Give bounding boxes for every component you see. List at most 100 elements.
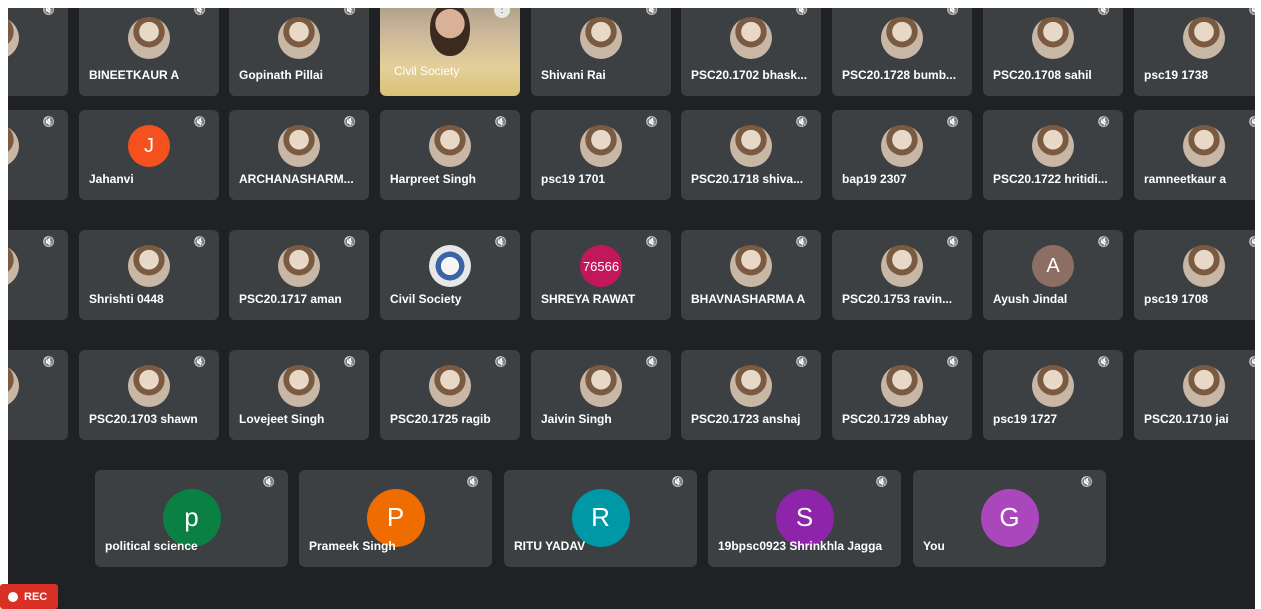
participant-name: PSC20.1753 ravin... [842,292,953,306]
mic-off-icon: 🔇 [262,477,276,488]
participant-tile[interactable]: 🔇 prabh... [8,110,68,200]
mic-off-icon: 🔇 [343,117,357,128]
participant-name: SHREYA RAWAT [541,292,636,306]
participant-tile[interactable]: 🔇 [8,8,68,96]
participant-tile[interactable]: 🔇 Shrishti 0448 [79,230,219,320]
avatar [278,125,320,167]
participant-name: PSC20.1723 anshaj [691,412,801,426]
avatar-logo [429,245,471,287]
mic-off-icon: 🔇 [946,237,960,248]
participant-name: ramneetkaur a [1144,172,1227,186]
participant-name: Civil Society [394,64,460,78]
participant-tile[interactable]: 🔇 PSC20.1753 ravin... [832,230,972,320]
mic-off-icon: 🔇 [645,237,659,248]
participant-tile[interactable]: 🔇 psc19 1701 [531,110,671,200]
participant-name: PSC20.1728 bumb... [842,68,957,82]
avatar [429,125,471,167]
avatar [8,17,19,59]
participant-name: PSC20.1722 hritidi... [993,172,1108,186]
mic-off-icon: 🔇 [1248,237,1255,248]
participant-tile[interactable]: 🔇 PSC20.1703 shawn [79,350,219,440]
participant-tile[interactable]: 🔇 psc19 1727 [983,350,1123,440]
participant-name: prabh... [8,172,60,186]
participant-name: bap19 2307 [842,172,907,186]
participant-name: 19bpsc0923 Shrinkhla Jagga [718,539,883,553]
participant-tile[interactable]: 🔇 psc19 1708 [1134,230,1255,320]
participant-tile[interactable]: 🔇 PSC20.1722 hritidi... [983,110,1123,200]
participant-tile[interactable]: 🔇 Lovejeet Singh [229,350,369,440]
mic-off-icon: 🔇 [42,117,56,128]
mic-off-icon: 🔇 [343,357,357,368]
avatar [730,245,772,287]
participant-tile[interactable]: A 🔇 Ayush Jindal [983,230,1123,320]
avatar [881,125,923,167]
participant-name: ARCHANASHARM... [239,172,354,186]
avatar [881,245,923,287]
recording-label: REC [24,590,48,603]
avatar [278,365,320,407]
participant-tile[interactable]: 🔇 PSC20.1708 sahil [983,8,1123,96]
participant-name: Gopinath Pillai [239,68,324,82]
participant-tile[interactable]: 🔇 bap19 2307 [832,110,972,200]
participant-tile[interactable]: 🔇 ARCHANASHARM... [229,110,369,200]
participant-tile[interactable]: 🔇 ramneetkaur a [1134,110,1255,200]
participant-tile[interactable]: R 🔇 RITU YADAV [504,470,697,567]
avatar [1183,365,1225,407]
participant-name: psc19 1701 [541,172,606,186]
participant-tile[interactable]: 🔇 Civil Society [380,230,520,320]
mic-off-icon: 🔇 [494,357,508,368]
participant-tile[interactable]: 🔇 PSC20.1718 shiva... [681,110,821,200]
avatar-initial: G [980,488,1039,547]
participant-tile[interactable]: ⋮ Civil Society [380,8,520,96]
participant-tile[interactable]: 🔇 PSC20.1702 bhask... [681,8,821,96]
mic-off-icon: 🔇 [671,477,685,488]
participant-tile[interactable]: J 🔇 Jahanvi [79,110,219,200]
participant-tile[interactable]: 🔇 Gopinath Pillai [229,8,369,96]
participant-tile[interactable]: 🔇 PSC20.1710 jai [1134,350,1255,440]
participant-tile[interactable]: 🔇 hra [8,350,68,440]
participant-tile[interactable]: G 🔇 You [913,470,1106,567]
participant-tile[interactable]: 🔇 PSC20.1728 bumb... [832,8,972,96]
participant-tile[interactable]: P 🔇 Prameek Singh [299,470,492,567]
avatar [8,365,19,407]
avatar [1032,365,1074,407]
mic-off-icon: 🔇 [343,8,357,16]
participant-name: PSC20.1729 abhay [842,412,949,426]
avatar [1032,17,1074,59]
avatar [429,365,471,407]
mic-off-icon: 🔇 [1248,357,1255,368]
participant-tile[interactable]: 🔇 BHAVNASHARMA A [681,230,821,320]
participant-name: Prameek Singh [309,539,396,553]
participant-tile[interactable]: 🔇 psc19 1738 [1134,8,1255,96]
participant-name: Jaivin Singh [541,412,612,426]
more-options-icon[interactable]: ⋮ [494,8,510,18]
participant-name: Jahanvi [89,172,134,186]
participant-tile[interactable]: 🔇 PSC20.1729 abhay [832,350,972,440]
mic-off-icon: 🔇 [494,237,508,248]
participant-tile[interactable]: 🔇 Jaivin Singh [531,350,671,440]
participant-tile[interactable]: 🔇 Harpreet Singh [380,110,520,200]
mic-off-icon: 🔇 [1248,117,1255,128]
participant-name: PSC20.1702 bhask... [691,68,808,82]
participant-name: Shrishti 0448 [89,292,164,306]
mic-off-icon: 🔇 [1097,8,1111,16]
participant-tile[interactable]: 76566 🔇 SHREYA RAWAT [531,230,671,320]
participant-tile[interactable]: p 🔇 political science [95,470,288,567]
mic-off-icon: 🔇 [1097,237,1111,248]
participant-tile[interactable]: 🔇 PSC20.1723 anshaj [681,350,821,440]
mic-off-icon: 🔇 [1248,8,1255,16]
participant-tile[interactable]: 🔇 PSC20.1717 aman [229,230,369,320]
participant-name: RITU YADAV [514,539,586,553]
participant-tile[interactable]: 🔇 BINEETKAUR A [79,8,219,96]
participant-name: psc19 1727 [993,412,1058,426]
mic-off-icon: 🔇 [193,117,207,128]
mic-off-icon: 🔇 [946,8,960,16]
mic-off-icon: 🔇 [795,117,809,128]
participant-tile[interactable]: 🔇 [8,230,68,320]
mic-off-icon: 🔇 [946,357,960,368]
participant-tile[interactable]: 🔇 Shivani Rai [531,8,671,96]
participant-name: You [923,539,945,553]
avatar-initial: p [162,488,221,547]
participant-tile[interactable]: 🔇 PSC20.1725 ragib [380,350,520,440]
participant-tile[interactable]: S 🔇 19bpsc0923 Shrinkhla Jagga [708,470,901,567]
